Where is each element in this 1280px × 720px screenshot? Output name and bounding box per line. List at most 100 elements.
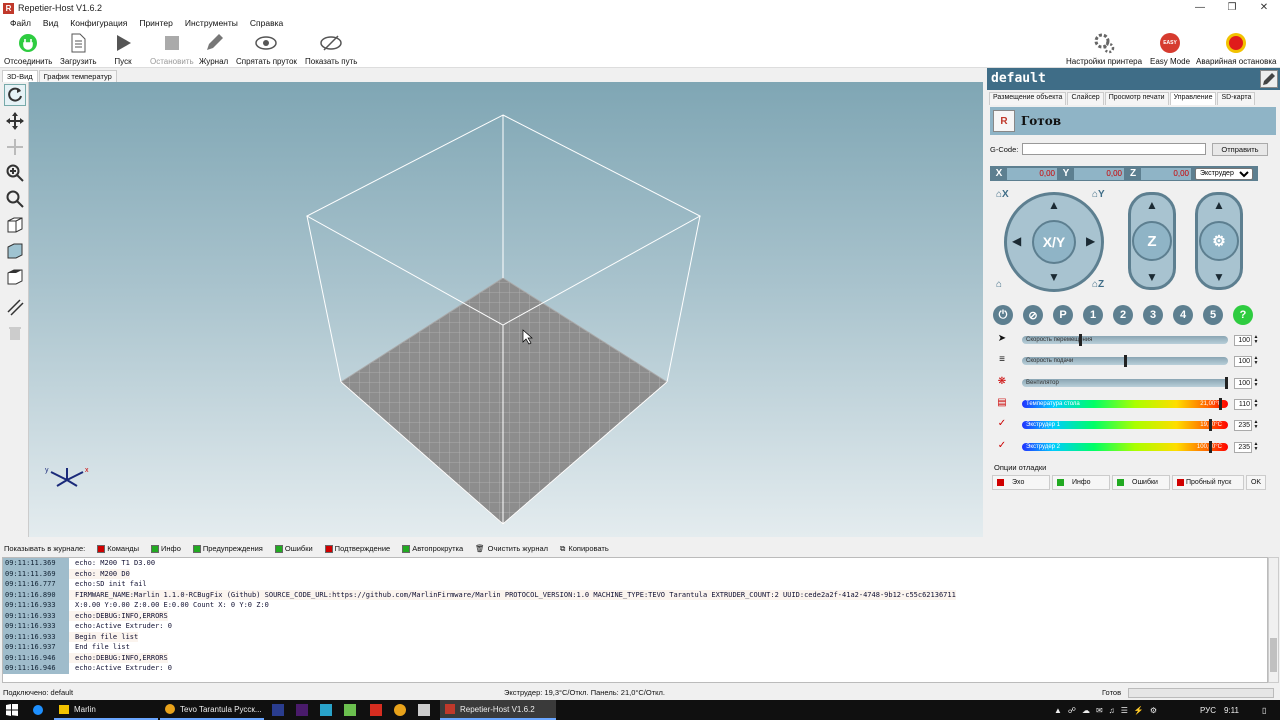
copy-log-button[interactable]: ⧉ Копировать: [560, 544, 609, 554]
x-plus-arrow-icon[interactable]: ▶: [1086, 234, 1095, 248]
script-3-button[interactable]: 3: [1143, 305, 1163, 325]
gcode-input[interactable]: [1022, 143, 1206, 155]
menu-help[interactable]: Справка: [250, 18, 283, 28]
fan-value[interactable]: 100: [1234, 377, 1252, 389]
park-button[interactable]: P: [1053, 305, 1073, 325]
run-button[interactable]: Пуск: [112, 32, 134, 66]
script-4-button[interactable]: 4: [1173, 305, 1193, 325]
language-indicator[interactable]: РУС: [1200, 700, 1216, 720]
printer-settings-button[interactable]: Настройки принтера: [1066, 32, 1142, 66]
clear-log-button[interactable]: 🗑 Очистить журнал: [475, 544, 548, 553]
parallel-lines-icon[interactable]: [4, 296, 26, 318]
clock[interactable]: 9:11: [1224, 700, 1239, 720]
premiere-icon[interactable]: [296, 704, 308, 716]
extruder2-temp-value[interactable]: 235: [1234, 441, 1252, 453]
script-1-button[interactable]: 1: [1083, 305, 1103, 325]
filter-ack[interactable]: Подтверждение: [324, 544, 390, 553]
menu-printer[interactable]: Принтер: [139, 18, 173, 28]
view-front-icon[interactable]: [4, 240, 26, 262]
edit-printer-button[interactable]: [1260, 70, 1278, 88]
view-iso-icon[interactable]: [4, 214, 26, 236]
spinner-icon[interactable]: ▲ ▼: [1252, 419, 1260, 431]
menu-tools[interactable]: Инструменты: [185, 18, 238, 28]
xy-center-button[interactable]: X/Y: [1032, 220, 1076, 264]
chrome-icon[interactable]: [394, 704, 406, 716]
log-scrollbar[interactable]: [1268, 557, 1279, 683]
app-icon[interactable]: [370, 704, 382, 716]
home-all-button[interactable]: ⌂: [996, 279, 1014, 293]
hide-filament-button[interactable]: Спрятать пруток: [236, 32, 297, 66]
filter-info[interactable]: Инфо: [151, 544, 181, 553]
dry-run-toggle[interactable]: Пробный пуск: [1172, 475, 1244, 490]
bed-temp-value[interactable]: 110: [1234, 398, 1252, 410]
x-minus-arrow-icon[interactable]: ◀: [1012, 234, 1021, 248]
extruder-center-icon[interactable]: ⚙: [1199, 221, 1239, 261]
extruder2-temp-slider[interactable]: Экструдер 2100,00°C: [1022, 441, 1228, 453]
home-x-button[interactable]: ⌂X: [996, 189, 1014, 203]
filter-autoscroll[interactable]: Автопрокрутка: [402, 544, 463, 553]
edge-icon[interactable]: [32, 704, 44, 716]
log-button[interactable]: Журнал: [199, 32, 228, 66]
taskbar-item-browser[interactable]: Tevo Tarantula Русск...: [160, 700, 264, 720]
app-icon[interactable]: [320, 704, 332, 716]
echo-toggle[interactable]: Эхо: [992, 475, 1050, 490]
maximize-button[interactable]: ❐: [1216, 0, 1248, 16]
ok-button[interactable]: OK: [1246, 475, 1266, 490]
tab-sd-card[interactable]: SD-карта: [1217, 92, 1256, 105]
power-icon[interactable]: ⏻: [993, 305, 1013, 325]
spinner-icon[interactable]: ▲ ▼: [1252, 334, 1260, 346]
stop-button[interactable]: Остановить: [150, 32, 194, 66]
z-center-button[interactable]: Z: [1132, 221, 1172, 261]
photoshop-icon[interactable]: [272, 704, 284, 716]
flow-value[interactable]: 100: [1234, 355, 1252, 367]
extruder1-temp-value[interactable]: 235: [1234, 419, 1252, 431]
extruder-select[interactable]: Экструдер 1: [1195, 167, 1253, 180]
fan-slider[interactable]: Вентилятор: [1022, 377, 1228, 389]
windows-start-icon[interactable]: [6, 703, 18, 716]
easy-mode-button[interactable]: EASY Easy Mode: [1150, 32, 1190, 66]
close-button[interactable]: ✕: [1248, 0, 1280, 16]
log-view[interactable]: 09:11:11.369 echo: M200 T1 D3.00 09:11:11.…: [2, 557, 1268, 683]
z-down-arrow-icon[interactable]: ▼: [1146, 270, 1158, 284]
load-button[interactable]: Загрузить: [60, 32, 97, 66]
rotate-icon[interactable]: [4, 84, 26, 106]
spinner-icon[interactable]: ▲ ▼: [1252, 377, 1260, 389]
menu-config[interactable]: Конфигурация: [70, 18, 127, 28]
emergency-stop-button[interactable]: Аварийная остановка: [1196, 32, 1276, 66]
home-z-button[interactable]: ⌂Z: [1092, 279, 1110, 293]
taskbar-item-repetier[interactable]: Repetier-Host V1.6.2: [440, 700, 556, 720]
y-plus-arrow-icon[interactable]: ▲: [1048, 198, 1060, 212]
tab-control[interactable]: Управление: [1169, 92, 1217, 105]
menu-view[interactable]: Вид: [43, 18, 58, 28]
extruder1-temp-slider[interactable]: Экструдер 119,30°C: [1022, 419, 1228, 431]
bed-temp-slider[interactable]: Температура стола 21,00°C: [1022, 398, 1228, 410]
info-toggle[interactable]: Инфо: [1052, 475, 1110, 490]
zoom-in-icon[interactable]: [4, 162, 26, 184]
filter-commands[interactable]: Команды: [97, 544, 139, 553]
help-button[interactable]: ?: [1233, 305, 1253, 325]
send-button[interactable]: Отправить: [1212, 142, 1268, 156]
notifications-icon[interactable]: ▯: [1262, 700, 1266, 720]
speed-move-slider[interactable]: Скорость перемещения: [1022, 334, 1228, 346]
errors-toggle[interactable]: Ошибки: [1112, 475, 1170, 490]
flow-slider[interactable]: Скорость подачи: [1022, 355, 1228, 367]
fan-off-icon[interactable]: ⊘: [1023, 305, 1043, 325]
3d-viewport[interactable]: y x: [29, 82, 983, 537]
home-y-button[interactable]: ⌂Y: [1092, 189, 1110, 203]
app-icon[interactable]: [418, 704, 430, 716]
tray-icons[interactable]: ▲☍☁✉♫☰⚡⚙: [1054, 700, 1163, 720]
trash-icon[interactable]: [4, 322, 26, 344]
tab-print-preview[interactable]: Просмотр печати: [1104, 92, 1169, 105]
menu-file[interactable]: Файл: [10, 18, 31, 28]
view-top-icon[interactable]: [4, 266, 26, 288]
minimize-button[interactable]: —: [1184, 0, 1216, 16]
tab-3d-view[interactable]: 3D-Вид: [2, 70, 38, 82]
taskbar-item-marlin[interactable]: Marlin: [54, 700, 158, 720]
z-up-arrow-icon[interactable]: ▲: [1146, 198, 1158, 212]
move-icon[interactable]: [4, 110, 26, 132]
filter-errors[interactable]: Ошибки: [274, 544, 313, 553]
connect-button[interactable]: Отсоединить: [4, 32, 52, 66]
tab-temperature-graph[interactable]: График температур: [38, 70, 117, 82]
extrude-up-arrow-icon[interactable]: ▲: [1213, 198, 1225, 212]
spinner-icon[interactable]: ▲ ▼: [1252, 355, 1260, 367]
